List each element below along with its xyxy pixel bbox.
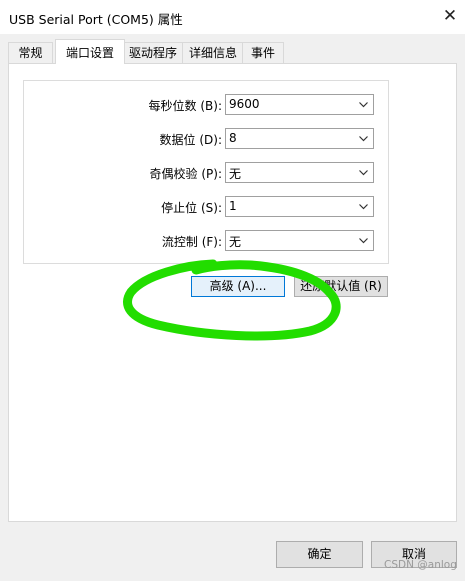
close-icon[interactable]: ✕ [440,6,460,26]
chevron-down-icon [359,136,368,142]
flow-control-value: 无 [229,235,242,249]
flow-control-label: 流控制 (F): [161,235,222,249]
bits-per-second-label: 每秒位数 (B): [148,99,222,113]
tab-port-settings[interactable]: 端口设置 [55,39,125,64]
window-title: USB Serial Port (COM5) 属性 [9,12,183,27]
title-bar: USB Serial Port (COM5) 属性 ✕ [0,0,465,34]
watermark-text: CSDN @anlog [384,559,457,571]
chevron-down-icon [359,102,368,108]
tab-details[interactable]: 详细信息 [182,42,244,63]
data-bits-value: 8 [229,131,237,145]
advanced-button[interactable]: 高级 (A)... [191,276,285,297]
tab-driver[interactable]: 驱动程序 [122,42,184,63]
ok-button[interactable]: 确定 [276,541,363,568]
flow-control-dropdown[interactable]: 无 [225,230,374,251]
tab-events[interactable]: 事件 [242,42,284,63]
stop-bits-value: 1 [229,199,237,213]
parity-value: 无 [229,167,242,181]
parity-label: 奇偶校验 (P): [149,167,222,181]
restore-defaults-button[interactable]: 还原默认值 (R) [294,276,388,297]
chevron-down-icon [359,238,368,244]
parity-dropdown[interactable]: 无 [225,162,374,183]
bits-per-second-value: 9600 [229,97,260,111]
stop-bits-dropdown[interactable]: 1 [225,196,374,217]
bits-per-second-dropdown[interactable]: 9600 [225,94,374,115]
data-bits-label: 数据位 (D): [159,133,222,147]
chevron-down-icon [359,170,368,176]
chevron-down-icon [359,204,368,210]
tab-general[interactable]: 常规 [8,42,53,63]
data-bits-dropdown[interactable]: 8 [225,128,374,149]
stop-bits-label: 停止位 (S): [161,201,222,215]
